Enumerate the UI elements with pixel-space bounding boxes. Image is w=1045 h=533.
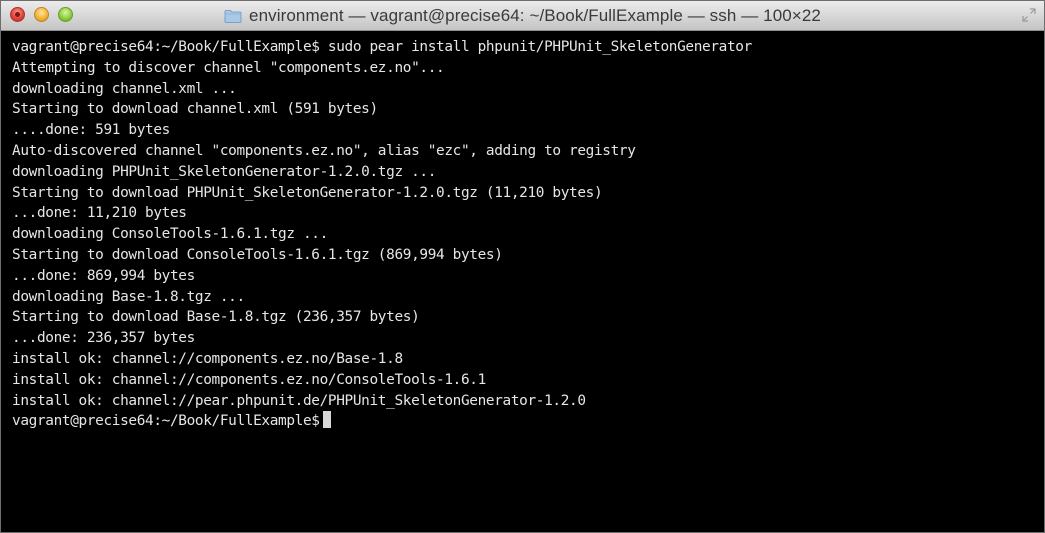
terminal-line: downloading ConsoleTools-1.6.1.tgz ...: [12, 226, 328, 243]
prompt-line[interactable]: vagrant@precise64:~/Book/FullExample$: [12, 411, 1044, 432]
terminal-line: downloading channel.xml ...: [12, 80, 237, 97]
terminal-line: ....done: 591 bytes: [12, 122, 170, 139]
fullscreen-icon[interactable]: [1022, 8, 1036, 22]
title-bar[interactable]: environment — vagrant@precise64: ~/Book/…: [1, 1, 1044, 31]
window-title: environment — vagrant@precise64: ~/Book/…: [249, 5, 821, 25]
terminal-line: Starting to download Base-1.8.tgz (236,3…: [12, 309, 420, 326]
maximize-icon[interactable]: [58, 7, 73, 22]
text-cursor: [322, 411, 331, 429]
terminal-line: ...done: 869,994 bytes: [12, 267, 195, 284]
terminal-line: ...done: 236,357 bytes: [12, 330, 195, 347]
terminal-line: Auto-discovered channel "components.ez.n…: [12, 142, 636, 159]
minimize-icon[interactable]: [34, 7, 49, 22]
terminal-line: install ok: channel://components.ez.no/C…: [12, 371, 486, 388]
folder-icon: [224, 9, 242, 23]
close-icon[interactable]: [10, 7, 25, 22]
window-controls: [10, 7, 73, 22]
terminal-line: Starting to download ConsoleTools-1.6.1.…: [12, 246, 503, 263]
terminal-line: Starting to download PHPUnit_SkeletonGen…: [12, 184, 603, 201]
terminal-line: install ok: channel://pear.phpunit.de/PH…: [12, 392, 586, 409]
terminal-line: vagrant@precise64:~/Book/FullExample$ su…: [12, 39, 752, 55]
terminal-line: install ok: channel://components.ez.no/B…: [12, 350, 403, 367]
terminal-line: downloading PHPUnit_SkeletonGenerator-1.…: [12, 163, 437, 180]
terminal-output[interactable]: vagrant@precise64:~/Book/FullExample$ su…: [1, 32, 1044, 532]
terminal-line: Attempting to discover channel "componen…: [12, 59, 445, 76]
terminal-line: downloading Base-1.8.tgz ...: [12, 288, 245, 305]
terminal-line: ...done: 11,210 bytes: [12, 205, 187, 222]
shell-prompt: vagrant@precise64:~/Book/FullExample$: [12, 413, 320, 430]
window-title-group: environment — vagrant@precise64: ~/Book/…: [1, 1, 1044, 30]
terminal-window: environment — vagrant@precise64: ~/Book/…: [0, 0, 1045, 533]
terminal-line: Starting to download channel.xml (591 by…: [12, 101, 378, 118]
